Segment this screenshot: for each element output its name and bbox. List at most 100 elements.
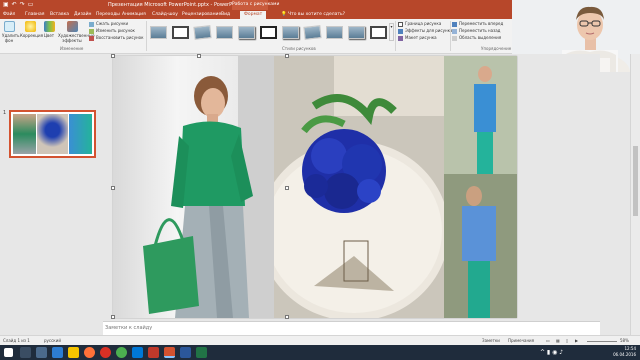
search-icon[interactable]	[20, 347, 31, 358]
color-swatch-icon	[43, 21, 55, 32]
group-separator	[395, 21, 396, 51]
tab-home[interactable]: Главная	[25, 11, 44, 18]
powerpoint-window: ▣ ↶ ↷ ▭ Презентация Microsoft PowerPoint…	[0, 0, 640, 360]
clock[interactable]: 12:54 06.04.2016	[613, 346, 636, 358]
undo-icon[interactable]: ↶	[12, 1, 17, 9]
excel-icon[interactable]	[196, 347, 207, 358]
resize-handle[interactable]	[111, 315, 115, 319]
normal-view-icon[interactable]: ▭	[546, 338, 550, 343]
resize-handle[interactable]	[285, 186, 289, 190]
chevron-down-icon: ▾	[390, 24, 393, 29]
explorer-icon[interactable]	[68, 347, 79, 358]
border-icon	[398, 21, 403, 27]
document-title: Презентация Microsoft PowerPoint.pptx - …	[108, 2, 242, 8]
picture-style-5[interactable]	[238, 25, 255, 39]
selection-pane-button[interactable]: Область выделения	[452, 35, 501, 41]
reading-view-icon[interactable]: ▯	[566, 338, 568, 343]
compress-icon	[89, 21, 94, 27]
picture-style-7[interactable]	[282, 25, 299, 39]
word-icon[interactable]	[180, 347, 191, 358]
reset-picture-button[interactable]: Восстановить рисунок	[89, 35, 144, 41]
notes-pane[interactable]: Заметки к слайду	[103, 321, 600, 335]
comments-toggle[interactable]: Примечания	[508, 338, 534, 343]
language-indicator[interactable]: русский	[44, 338, 61, 343]
edge-icon[interactable]	[52, 347, 63, 358]
picture-style-9[interactable]	[326, 25, 343, 39]
compress-pictures-button[interactable]: Сжать рисунки	[89, 21, 128, 27]
tab-view[interactable]: Вид	[221, 11, 230, 18]
chrome-icon[interactable]	[116, 347, 127, 358]
resize-handle[interactable]	[285, 315, 289, 319]
group-label-adjust: Изменение	[60, 46, 84, 51]
store-icon[interactable]	[132, 347, 143, 358]
thumb-photo-3	[68, 114, 92, 154]
windows-start-icon[interactable]	[4, 348, 13, 357]
send-backward-icon	[452, 28, 457, 34]
start-from-beginning-icon[interactable]: ▭	[28, 1, 34, 9]
gallery-more-button[interactable]: ▾	[389, 23, 394, 41]
change-picture-icon	[89, 28, 94, 34]
picture-style-6[interactable]	[260, 25, 277, 39]
tab-transitions[interactable]: Переходы	[96, 11, 120, 18]
slideshow-view-icon[interactable]: ▶	[575, 338, 578, 343]
artistic-effects-button[interactable]: Художественные эффекты	[58, 21, 95, 43]
lightbulb-icon: 💡	[281, 12, 287, 17]
picture-style-4[interactable]	[216, 25, 233, 39]
opera-icon[interactable]	[100, 347, 111, 358]
photo-blue-flower-box[interactable]	[274, 56, 444, 318]
resize-handle[interactable]	[197, 54, 201, 58]
slide-sorter-icon[interactable]: ▦	[556, 338, 560, 343]
picture-style-11[interactable]	[370, 25, 387, 39]
photo-woman-green-sweater[interactable]	[113, 56, 274, 318]
tell-me-box[interactable]: 💡 Что вы хотите сделать?	[281, 11, 345, 18]
color-button[interactable]: Цвет	[42, 21, 56, 38]
title-bar: ▣ ↶ ↷ ▭ Презентация Microsoft PowerPoint…	[0, 0, 512, 10]
picture-border-button[interactable]: Граница рисунка	[398, 21, 441, 27]
slide[interactable]	[111, 54, 517, 319]
effects-icon	[398, 28, 403, 34]
resize-handle[interactable]	[111, 186, 115, 190]
tab-animations[interactable]: Анимация	[122, 11, 146, 18]
photo-collage-blue-vest[interactable]	[444, 56, 517, 318]
thumb-photo-1	[13, 114, 37, 154]
picture-layout-button[interactable]: Макет рисунка	[398, 35, 437, 41]
bring-forward-button[interactable]: Переместить вперед	[452, 21, 503, 27]
powerpoint-taskbar-icon[interactable]	[164, 347, 175, 358]
layout-icon	[398, 35, 403, 41]
reset-picture-icon	[89, 35, 94, 41]
sun-icon	[24, 21, 36, 32]
picture-style-8[interactable]	[303, 24, 322, 40]
change-picture-button[interactable]: Изменить рисунок	[89, 28, 135, 34]
picture-style-2[interactable]	[172, 25, 189, 39]
record-app-icon[interactable]	[148, 347, 159, 358]
scrollbar-thumb[interactable]	[633, 146, 638, 216]
vertical-scrollbar[interactable]	[630, 54, 640, 335]
send-backward-button[interactable]: Переместить назад	[452, 28, 500, 34]
tab-review[interactable]: Рецензирование	[182, 11, 221, 18]
picture-style-3[interactable]	[193, 24, 212, 40]
group-label-styles: Стили рисунков	[282, 46, 316, 51]
zoom-level[interactable]: 58%	[620, 338, 629, 343]
picture-effects-button[interactable]: Эффекты для рисунка	[398, 28, 452, 34]
task-view-icon[interactable]	[36, 347, 47, 358]
group-separator	[450, 21, 451, 51]
tab-insert[interactable]: Вставка	[50, 11, 69, 18]
zoom-slider[interactable]	[587, 341, 617, 342]
save-icon[interactable]: ▣	[3, 1, 9, 9]
redo-icon[interactable]: ↷	[20, 1, 25, 9]
picture-style-10[interactable]	[348, 25, 365, 39]
resize-handle[interactable]	[285, 54, 289, 58]
remove-background-button[interactable]: Удалить фон	[2, 21, 20, 43]
resize-handle[interactable]	[111, 54, 115, 58]
tab-slideshow[interactable]: Слайд-шоу	[152, 11, 178, 18]
tab-design[interactable]: Дизайн	[74, 11, 91, 18]
slide-thumbnail[interactable]	[9, 110, 96, 158]
system-tray-icons[interactable]: ^ ▮ ◉ ♪	[540, 349, 563, 356]
notes-toggle[interactable]: Заметки	[482, 338, 500, 343]
corrections-button[interactable]: Коррекция	[20, 21, 43, 38]
picture-style-1[interactable]	[150, 25, 167, 39]
tab-file[interactable]: Файл	[3, 11, 15, 18]
slide-number: 1	[3, 110, 7, 116]
firefox-icon[interactable]	[84, 347, 95, 358]
tab-format[interactable]: Формат	[240, 11, 267, 19]
